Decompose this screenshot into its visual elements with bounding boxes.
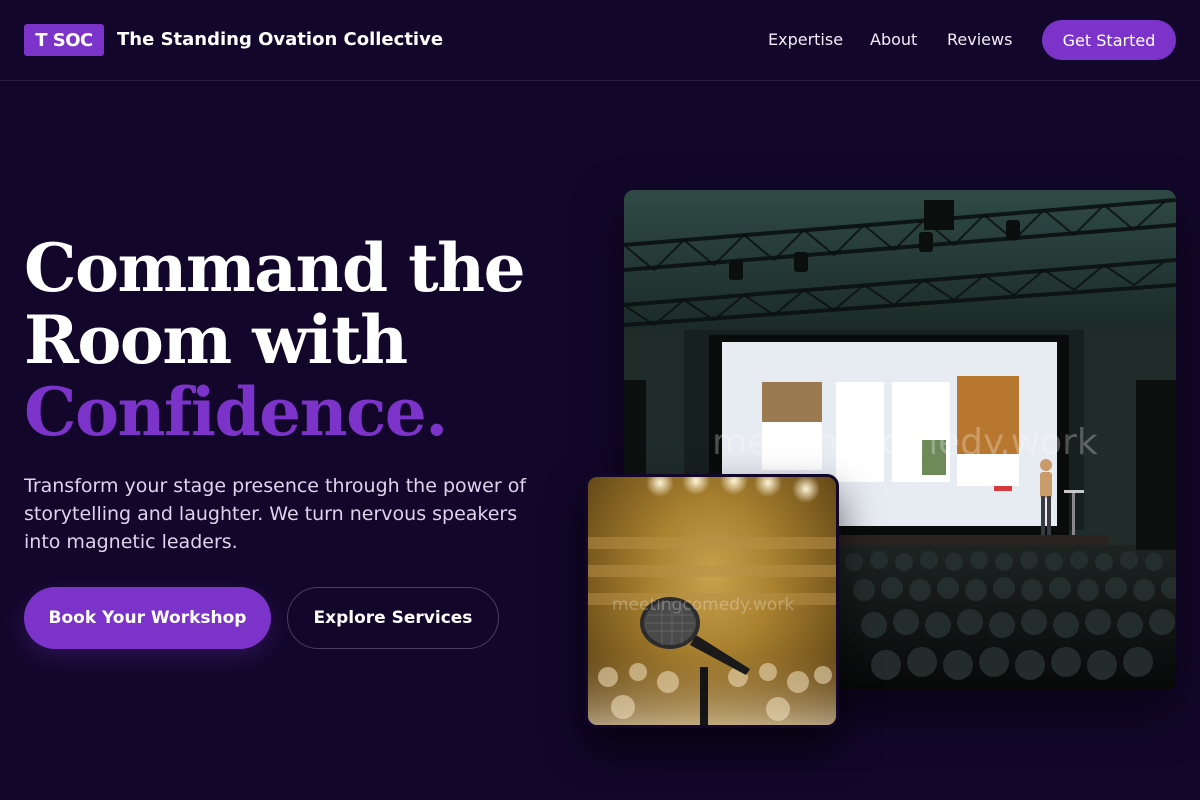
mic-watermark: meetingcomedy.work [612, 595, 795, 615]
hero-title-accent: Confidence. [24, 373, 448, 451]
brand-name[interactable]: The Standing Ovation Collective [117, 29, 443, 50]
nav-link-reviews[interactable]: Reviews [947, 30, 1012, 49]
hero-title: Command the Room with Confidence. [24, 229, 526, 451]
explore-services-button[interactable]: Explore Services [287, 587, 499, 649]
hero-description: Transform your stage presence through th… [24, 475, 527, 553]
logo-badge[interactable]: T SOC [24, 24, 104, 56]
nav-link-expertise[interactable]: Expertise [768, 30, 843, 49]
nav-link-about[interactable]: About [870, 30, 917, 49]
get-started-button[interactable]: Get Started [1042, 20, 1176, 60]
hero-title-line-2: Room with [24, 301, 408, 379]
microphone-image: meetingcomedy.work [585, 474, 839, 728]
book-workshop-button[interactable]: Book Your Workshop [24, 587, 271, 649]
stage-watermark: meetingcomedy.work [712, 422, 1098, 463]
hero-title-line-1: Command the [24, 229, 526, 307]
top-navigation: T SOC The Standing Ovation Collective Ex… [0, 0, 1200, 81]
